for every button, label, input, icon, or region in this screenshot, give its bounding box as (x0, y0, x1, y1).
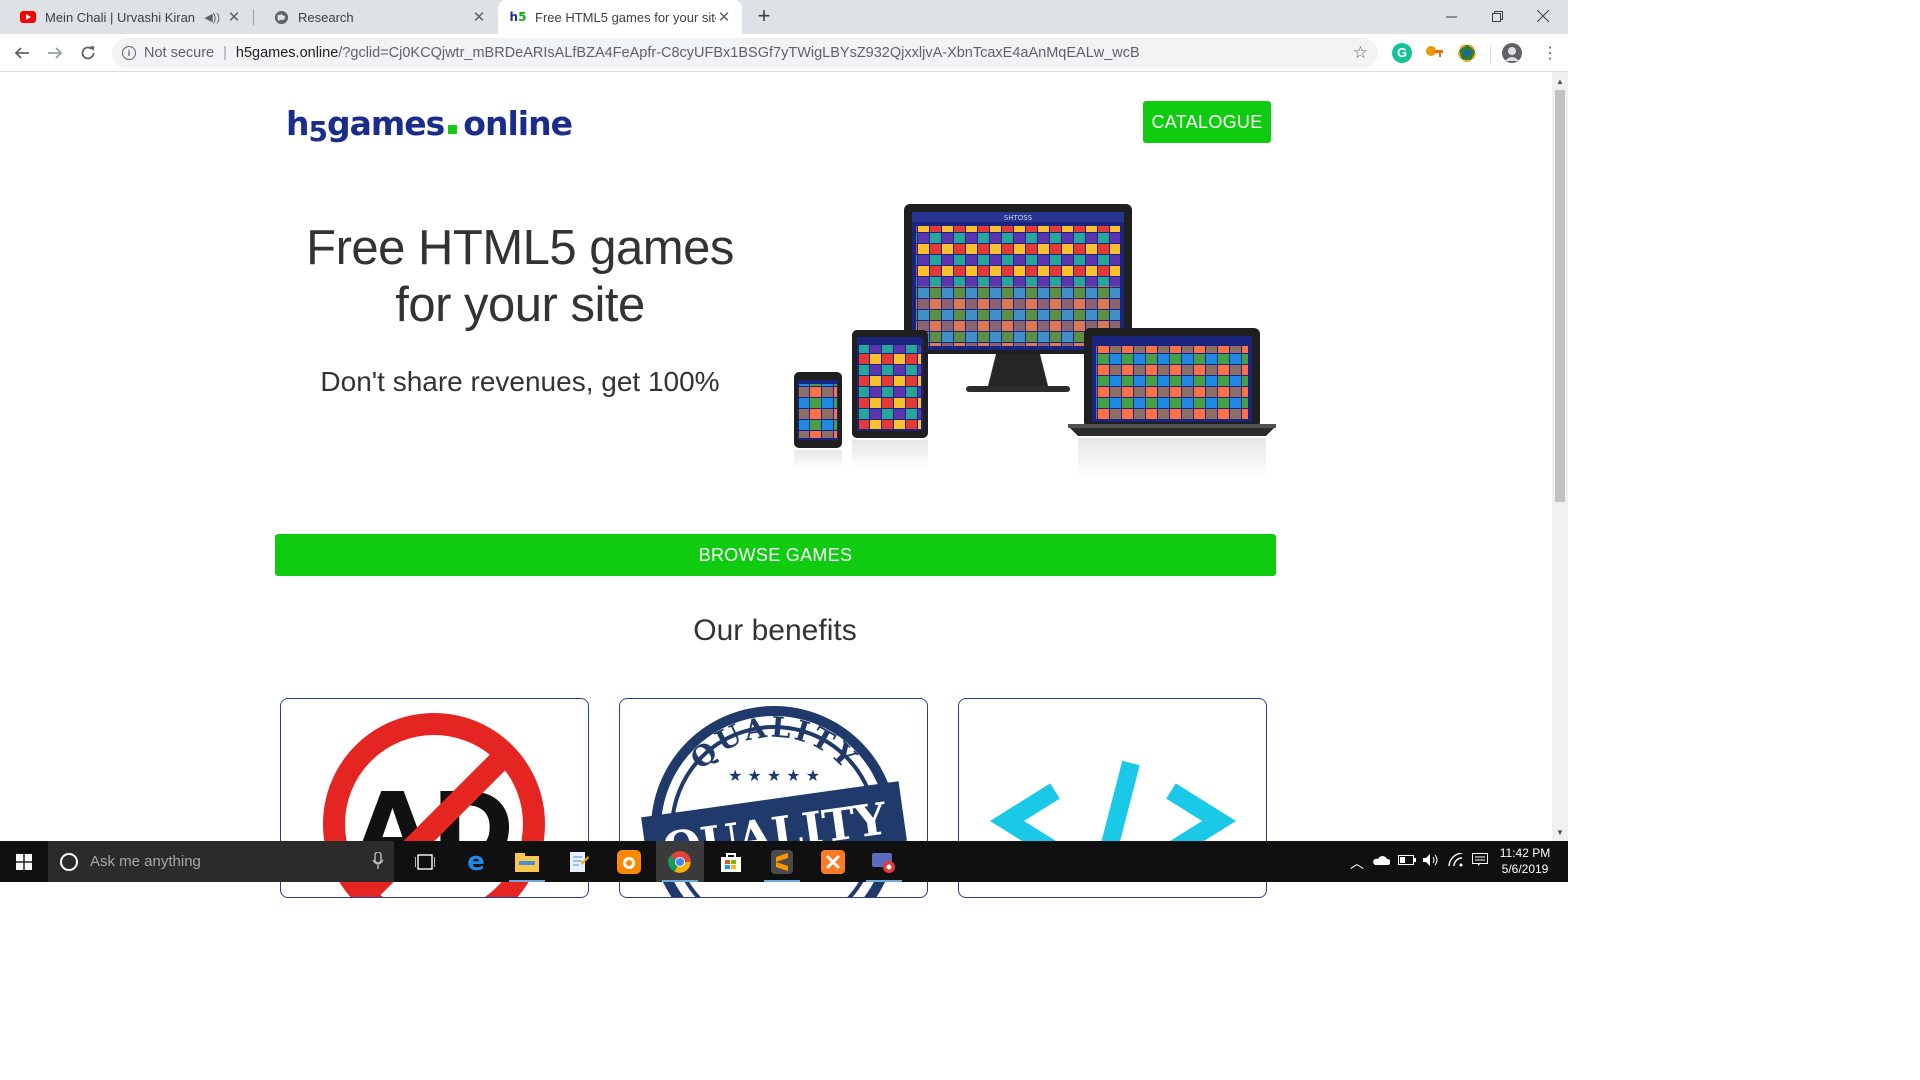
scroll-down-icon[interactable]: ▼ (1552, 825, 1568, 841)
stars-icon: ★ ★ ★ ★ ★ (728, 766, 820, 785)
microphone-icon[interactable] (372, 851, 384, 875)
hero-title: Free HTML5 games for your site (270, 220, 770, 334)
logo-h: h (286, 104, 309, 143)
tab-title: Mein Chali | Urvashi Kiran Sh (45, 9, 199, 25)
reload-icon[interactable] (76, 41, 100, 65)
menu-kebab-icon[interactable]: ⋮ (1538, 41, 1562, 65)
windows-taskbar: Ask me anything e ︿ 11:42 PM 5/6/2019 (0, 841, 1568, 882)
minimize-button[interactable] (1428, 0, 1474, 32)
security-label: Not secure (144, 45, 215, 61)
file-explorer-icon[interactable] (503, 841, 551, 882)
globe-icon (273, 9, 289, 25)
browser-toolbar: i Not secure | h5games.online /?gclid=Cj… (0, 34, 1568, 72)
bookmark-star-icon[interactable]: ☆ (1353, 43, 1368, 63)
logo-games: games (326, 104, 445, 143)
globe-extension-icon[interactable] (1457, 43, 1477, 63)
scroll-up-icon[interactable]: ▲ (1552, 74, 1568, 90)
audio-playing-icon[interactable]: ◀︎)) (204, 11, 220, 24)
ime-keyboard-icon[interactable] (1472, 853, 1488, 870)
profile-avatar[interactable] (1502, 43, 1522, 63)
tab-h5games[interactable]: h5 Free HTML5 games for your site ✕ (498, 0, 742, 34)
new-tab-button[interactable]: + (752, 5, 776, 29)
address-bar[interactable]: i Not secure | h5games.online /?gclid=Cj… (112, 38, 1378, 68)
close-tab-icon[interactable]: ✕ (226, 8, 242, 26)
benefits-heading: Our benefits (693, 614, 857, 647)
screen-recorder-icon[interactable] (860, 841, 908, 882)
back-icon[interactable] (10, 41, 34, 65)
volume-icon[interactable] (1422, 853, 1440, 870)
h5-icon: h5 (509, 10, 527, 24)
edge-icon[interactable]: e (452, 841, 500, 882)
url-query: /?gclid=Cj0KCQjwtr_mBRDeARIsALfBZA4FeApf… (338, 45, 1140, 61)
start-button[interactable] (0, 841, 48, 882)
close-tab-icon[interactable]: ✕ (471, 8, 487, 26)
youtube-icon (20, 9, 36, 25)
device-screen-logo: SHTOSS (1004, 214, 1033, 222)
restore-button[interactable] (1474, 0, 1520, 32)
catalogue-button[interactable]: CATALOGUE (1143, 101, 1271, 143)
separator: | (223, 45, 227, 61)
tab-research[interactable]: Research ✕ (253, 0, 497, 34)
sublime-text-icon[interactable] (758, 841, 806, 882)
tray-overflow-icon[interactable]: ︿ (1350, 853, 1364, 873)
windows-logo-icon (16, 853, 32, 870)
hero-subtitle: Don't share revenues, get 100% (320, 366, 720, 397)
devices-illustration: SHTOSS (786, 200, 1286, 490)
logo-five: 5 (308, 115, 329, 148)
cortana-icon (60, 852, 78, 871)
key-extension-icon[interactable] (1424, 43, 1444, 63)
tab-youtube[interactable]: Mein Chali | Urvashi Kiran Sh ◀︎)) ✕ (0, 0, 252, 34)
battery-icon[interactable] (1398, 853, 1416, 869)
info-icon[interactable]: i (122, 46, 136, 60)
wifi-icon[interactable] (1448, 852, 1464, 870)
chrome-icon[interactable] (656, 841, 704, 882)
hero-title-line1: Free HTML5 games (306, 221, 734, 275)
hero-title-line2: for your site (395, 278, 645, 332)
cortana-search-box[interactable]: Ask me anything (48, 841, 394, 882)
clock-time: 11:42 PM (1499, 846, 1551, 860)
task-view-icon[interactable] (401, 841, 449, 882)
close-tab-icon[interactable]: ✕ (716, 8, 732, 26)
xampp-icon[interactable] (809, 841, 857, 882)
close-window-button[interactable] (1520, 0, 1566, 32)
site-logo[interactable]: h 5 games online (286, 104, 573, 148)
uc-browser-icon[interactable] (605, 841, 653, 882)
notepad-icon[interactable] (554, 841, 602, 882)
logo-online: online (463, 104, 573, 143)
url-domain: h5games.online (235, 45, 339, 61)
scrollbar-thumb[interactable] (1552, 90, 1568, 502)
clock-date: 5/6/2019 (1501, 862, 1549, 876)
taskbar-clock[interactable]: 11:42 PM 5/6/2019 (1490, 845, 1560, 877)
browse-games-button[interactable]: BROWSE GAMES (275, 534, 1276, 576)
store-icon[interactable] (707, 841, 755, 882)
tab-title: Free HTML5 games for your site (535, 9, 716, 25)
forward-icon[interactable] (43, 41, 67, 65)
onedrive-icon[interactable] (1372, 853, 1391, 869)
grammarly-icon[interactable]: G (1392, 43, 1412, 63)
search-placeholder: Ask me anything (90, 853, 201, 870)
tab-title: Research (298, 9, 354, 25)
logo-dot (448, 125, 458, 134)
tab-strip: Mein Chali | Urvashi Kiran Sh ◀︎)) ✕ Res… (0, 0, 1568, 34)
